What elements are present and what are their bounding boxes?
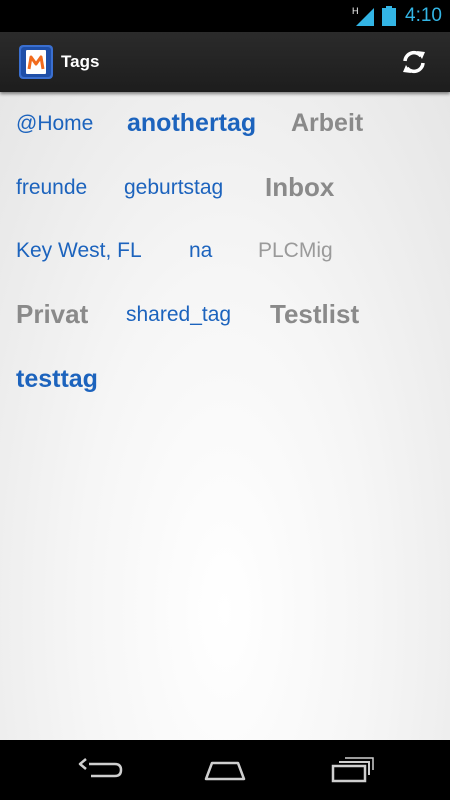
screen-title: Tags: [61, 52, 100, 71]
refresh-icon[interactable]: [398, 46, 430, 78]
tag-plcmig[interactable]: PLCMig: [258, 240, 333, 261]
app-logo-icon[interactable]: [19, 45, 53, 79]
action-bar: Tags: [0, 32, 450, 92]
tag-testtag[interactable]: testtag: [16, 367, 98, 392]
battery-icon: [382, 6, 396, 26]
network-type-label: H: [352, 6, 359, 16]
status-time: 4:10: [405, 5, 442, 26]
tag-arbeit[interactable]: Arbeit: [291, 111, 363, 136]
recent-apps-icon[interactable]: [329, 755, 375, 785]
navigation-bar: [0, 740, 450, 800]
signal-icon: H: [352, 6, 374, 26]
tag-key-west-fl[interactable]: Key West, FL: [16, 240, 142, 261]
tag-home[interactable]: @Home: [16, 113, 93, 134]
home-icon[interactable]: [202, 755, 248, 785]
tag-inbox[interactable]: Inbox: [265, 174, 334, 200]
tag-na[interactable]: na: [189, 240, 212, 261]
tag-privat[interactable]: Privat: [16, 301, 88, 327]
status-bar: H 4:10: [0, 0, 450, 32]
tag-shared-tag[interactable]: shared_tag: [126, 304, 231, 325]
back-icon[interactable]: [77, 755, 123, 785]
tag-testlist[interactable]: Testlist: [270, 301, 359, 327]
tag-cloud: @Home anothertag Arbeit freunde geburtst…: [0, 92, 450, 740]
tag-geburtstag[interactable]: geburtstag: [124, 177, 223, 198]
tag-freunde[interactable]: freunde: [16, 177, 87, 198]
tag-anothertag[interactable]: anothertag: [127, 111, 256, 136]
